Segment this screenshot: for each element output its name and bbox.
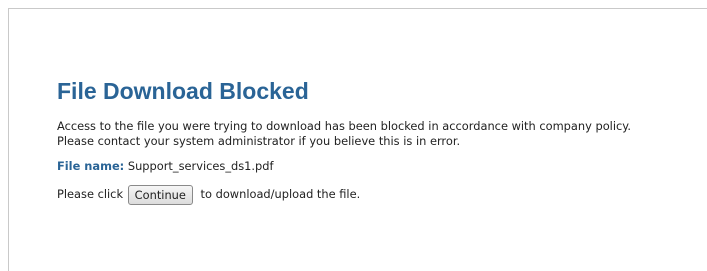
file-name-value: Support_services_ds1.pdf: [127, 159, 274, 173]
continue-row: Please click Continue to download/upload…: [57, 183, 697, 205]
blocked-notice: File Download Blocked Access to the file…: [57, 77, 697, 205]
page-frame: File Download Blocked Access to the file…: [8, 8, 707, 271]
file-name-row: File name: Support_services_ds1.pdf: [57, 159, 697, 174]
file-name-label: File name:: [57, 159, 125, 173]
continue-suffix-text: to download/upload the file.: [200, 187, 361, 201]
continue-prefix-text: Please click: [57, 187, 124, 201]
block-message: Access to the file you were trying to do…: [57, 119, 632, 148]
page-title: File Download Blocked: [57, 78, 309, 104]
continue-button[interactable]: Continue: [127, 184, 193, 205]
